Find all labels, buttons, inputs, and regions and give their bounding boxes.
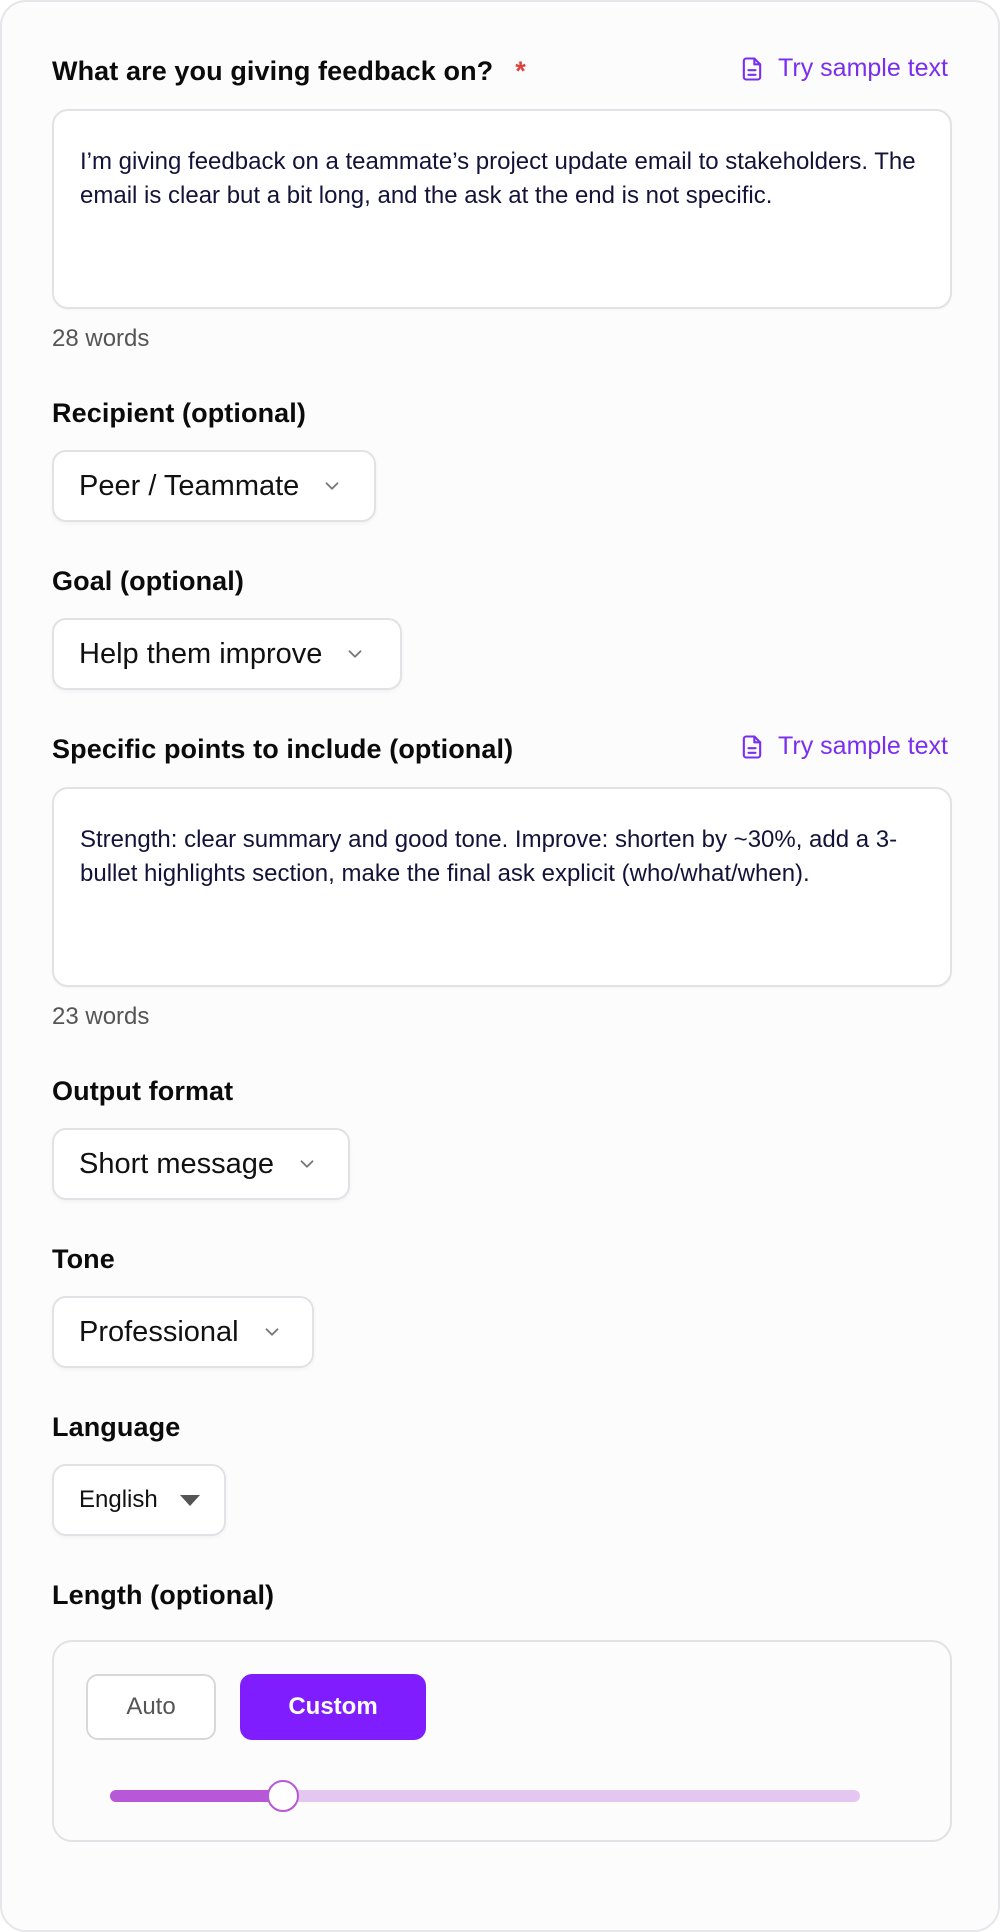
try-sample-text-label: Try sample text — [778, 54, 948, 82]
output-format-label: Output format — [52, 1076, 234, 1106]
try-sample-text-link-1[interactable]: Try sample text — [738, 54, 948, 83]
chevron-down-icon — [300, 1160, 314, 1168]
length-slider-fill — [110, 1790, 283, 1802]
length-label: Length (optional) — [52, 1580, 275, 1610]
feedback-form-card: What are you giving feedback on? * Try sa… — [0, 0, 1000, 1932]
language-select-value: English — [79, 1486, 158, 1513]
try-sample-text-label: Try sample text — [778, 732, 948, 760]
specific-points-textarea[interactable]: Strength: clear summary and good tone. I… — [52, 787, 952, 987]
chevron-down-icon — [265, 1328, 279, 1336]
document-icon — [742, 56, 762, 81]
feedback-on-label-text: What are you giving feedback on? — [52, 56, 494, 86]
recipient-label: Recipient (optional) — [52, 398, 306, 428]
chevron-down-icon — [325, 482, 339, 490]
feedback-on-word-count: 28 words — [52, 325, 150, 352]
language-select[interactable]: English — [52, 1464, 226, 1536]
recipient-select[interactable]: Peer / Teammate — [52, 450, 376, 522]
goal-label: Goal (optional) — [52, 566, 244, 596]
required-marker: * — [515, 56, 526, 86]
try-sample-text-link-2[interactable]: Try sample text — [738, 732, 948, 761]
chevron-down-icon — [348, 650, 362, 658]
caret-down-icon — [179, 1494, 200, 1506]
goal-select-value: Help them improve — [79, 637, 323, 670]
specific-points-word-count: 23 words — [52, 1003, 150, 1030]
tone-label: Tone — [52, 1244, 115, 1274]
output-format-select[interactable]: Short message — [52, 1128, 350, 1200]
document-icon — [742, 734, 762, 759]
language-label: Language — [52, 1412, 181, 1442]
length-custom-button[interactable]: Custom — [240, 1674, 426, 1740]
length-panel: Auto Custom — [52, 1640, 952, 1842]
output-format-select-value: Short message — [79, 1147, 275, 1180]
length-auto-button[interactable]: Auto — [86, 1674, 216, 1740]
feedback-on-textarea[interactable]: I’m giving feedback on a teammate’s proj… — [52, 109, 952, 309]
tone-select-value: Professional — [79, 1315, 239, 1348]
goal-select[interactable]: Help them improve — [52, 618, 402, 690]
length-slider-thumb[interactable] — [266, 1780, 299, 1812]
length-slider-track[interactable] — [110, 1780, 860, 1812]
specific-points-label: Specific points to include (optional) — [52, 734, 514, 764]
feedback-on-label: What are you giving feedback on? * — [52, 56, 526, 87]
tone-select[interactable]: Professional — [52, 1296, 314, 1368]
recipient-select-value: Peer / Teammate — [79, 469, 300, 502]
